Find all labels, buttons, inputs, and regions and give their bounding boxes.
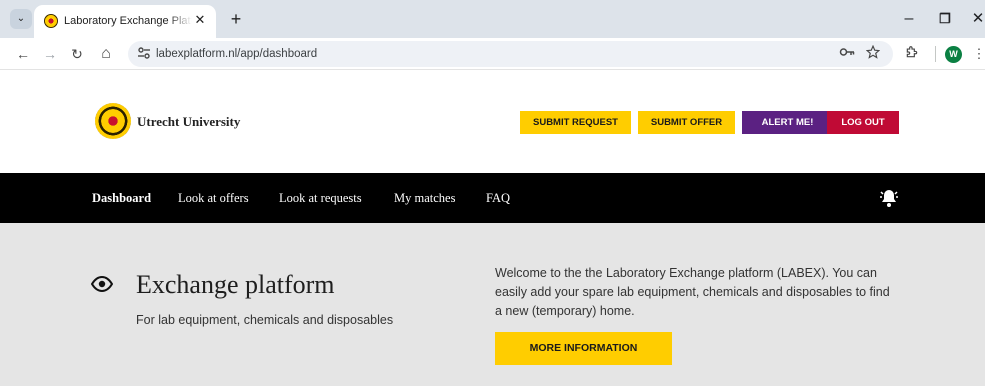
- browser-tab-strip: ⌄ Laboratory Exchange Platform ( ✕ + – ❐…: [0, 0, 985, 38]
- forward-button[interactable]: →: [39, 43, 61, 65]
- more-information-button[interactable]: MORE INFORMATION: [495, 332, 672, 365]
- url-text[interactable]: labexplatform.nl/app/dashboard: [156, 48, 317, 60]
- tab-title: Laboratory Exchange Platform (: [64, 15, 192, 27]
- submit-offer-button[interactable]: SUBMIT OFFER: [638, 111, 735, 134]
- address-bar[interactable]: labexplatform.nl/app/dashboard: [128, 41, 893, 67]
- restore-window-button[interactable]: ❐: [935, 9, 955, 29]
- main-nav: Dashboard Look at offers Look at request…: [0, 173, 985, 223]
- toolbar-divider: [935, 46, 936, 62]
- key-icon[interactable]: [838, 45, 856, 63]
- nav-look-at-requests[interactable]: Look at requests: [279, 191, 362, 206]
- bell-icon[interactable]: [877, 186, 901, 210]
- close-tab-icon[interactable]: ✕: [192, 12, 208, 28]
- log-out-button[interactable]: LOG OUT: [827, 111, 899, 134]
- page-subtitle: For lab equipment, chemicals and disposa…: [136, 313, 394, 327]
- browser-toolbar: ← → ↻ ⌂ labexplatform.nl/app/dashboard ⋮: [0, 38, 985, 70]
- reload-button[interactable]: ↻: [66, 43, 88, 65]
- browser-tab-active[interactable]: Laboratory Exchange Platform ( ✕: [34, 5, 216, 38]
- profile-avatar[interactable]: W: [945, 46, 962, 63]
- back-button[interactable]: ←: [12, 43, 34, 65]
- uu-seal-logo-icon[interactable]: [95, 103, 131, 139]
- welcome-text: Welcome to the the Laboratory Exchange p…: [495, 266, 890, 318]
- nav-faq[interactable]: FAQ: [486, 191, 510, 206]
- hero-section: Exchange platform For lab equipment, che…: [0, 223, 985, 386]
- alert-me-button[interactable]: ALERT ME!: [742, 111, 833, 134]
- nav-my-matches[interactable]: My matches: [394, 191, 455, 206]
- star-icon[interactable]: [864, 44, 882, 63]
- uu-favicon-icon: [44, 14, 58, 28]
- site-header: Utrecht University SUBMIT REQUEST SUBMIT…: [0, 71, 985, 173]
- puzzle-icon[interactable]: [901, 43, 923, 65]
- nav-dashboard[interactable]: Dashboard: [92, 191, 151, 206]
- tune-icon[interactable]: [136, 46, 152, 62]
- tab-search-button[interactable]: ⌄: [10, 9, 32, 29]
- close-window-button[interactable]: ✕: [968, 9, 985, 29]
- logo-text[interactable]: Utrecht University: [137, 114, 240, 130]
- home-button[interactable]: ⌂: [95, 43, 117, 65]
- submit-request-button[interactable]: SUBMIT REQUEST: [520, 111, 631, 134]
- new-tab-button[interactable]: +: [226, 9, 246, 29]
- page-title: Exchange platform: [136, 270, 335, 299]
- nav-look-at-offers[interactable]: Look at offers: [178, 191, 249, 206]
- kebab-icon[interactable]: ⋮: [968, 43, 985, 65]
- minimize-window-button[interactable]: –: [899, 9, 919, 29]
- eye-icon: [90, 275, 114, 293]
